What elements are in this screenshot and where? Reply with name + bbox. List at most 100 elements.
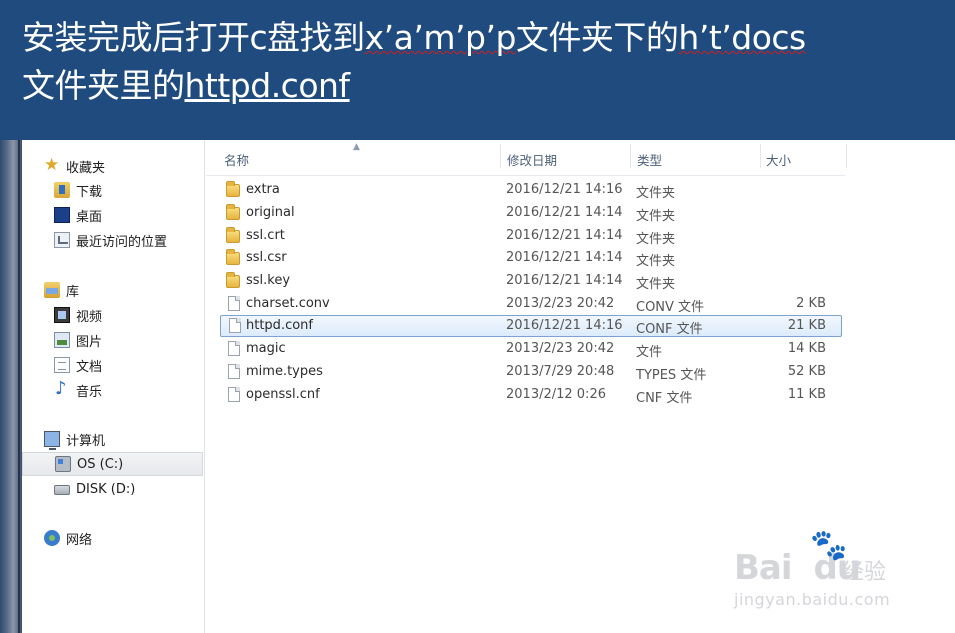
column-header-type[interactable]: 类型 <box>637 150 662 169</box>
file-size: 21 KB <box>787 318 826 333</box>
instruction-banner: 安装完成后打开c盘找到x’a’m’p’p文件夹下的h’t’docs 文件夹里的h… <box>0 0 955 140</box>
file-date: 2016/12/21 14:14 <box>506 205 623 220</box>
nav-favorites[interactable]: 收藏夹 <box>22 154 203 178</box>
banner-text-httpd-conf: httpd.conf <box>184 66 351 105</box>
banner-text-xampp: x’a’m’p’p <box>364 18 517 57</box>
banner-line-1: 安装完成后打开c盘找到x’a’m’p’p文件夹下的h’t’docs <box>22 14 955 62</box>
nav-label: 计算机 <box>66 433 106 449</box>
file-type: CONF 文件 <box>636 322 703 337</box>
file-icon <box>228 296 240 311</box>
recent-places-icon <box>54 232 70 248</box>
file-row-openssl-cnf[interactable]: openssl.cnf 2013/2/12 0:26 CNF 文件 11 KB <box>220 384 842 406</box>
folder-icon <box>226 204 240 220</box>
file-size: 11 KB <box>787 387 826 402</box>
file-row-original[interactable]: original 2016/12/21 14:14 文件夹 <box>220 202 842 224</box>
banner-text: 安装完成后打开c盘找到 <box>22 18 365 57</box>
file-date: 2016/12/21 14:14 <box>506 273 623 288</box>
file-row-mime-types[interactable]: mime.types 2013/7/29 20:48 TYPES 文件 52 K… <box>220 361 842 383</box>
file-name: original <box>246 205 295 220</box>
column-header-row: ▲ 名称 修改日期 类型 大小 <box>206 140 847 176</box>
nav-label: 收藏夹 <box>66 160 106 176</box>
nav-label: 下载 <box>76 184 103 200</box>
watermark-sub: 经验 <box>842 560 887 585</box>
nav-label: DISK (D:) <box>76 481 136 497</box>
watermark-brand-part: Bai <box>734 548 793 588</box>
file-row-charset-conv[interactable]: charset.conv 2013/2/23 20:42 CONV 文件 2 K… <box>220 293 842 315</box>
file-name: magic <box>246 341 286 356</box>
file-name: openssl.cnf <box>246 387 320 402</box>
file-date: 2016/12/21 14:16 <box>506 182 623 197</box>
file-name: ssl.crt <box>246 228 285 243</box>
folder-icon <box>226 181 240 197</box>
watermark-url: jingyan.baidu.com <box>734 590 891 609</box>
column-divider[interactable] <box>846 144 847 168</box>
file-size: 52 KB <box>787 364 826 379</box>
nav-item-videos[interactable]: 视频 <box>22 303 203 327</box>
nav-label: 音乐 <box>76 384 103 400</box>
file-type: TYPES 文件 <box>636 368 707 383</box>
library-icon <box>44 282 60 298</box>
nav-label: 最近访问的位置 <box>76 234 168 250</box>
file-row-extra[interactable]: extra 2016/12/21 14:16 文件夹 <box>220 179 842 201</box>
file-name: extra <box>246 182 280 197</box>
file-type: 文件夹 <box>636 254 676 269</box>
file-type: CNF 文件 <box>636 391 693 406</box>
file-name: mime.types <box>246 364 323 379</box>
nav-item-music[interactable]: 音乐 <box>22 378 203 402</box>
window-left-edge <box>0 140 22 633</box>
file-row-ssl-crt[interactable]: ssl.crt 2016/12/21 14:14 文件夹 <box>220 225 842 247</box>
column-divider[interactable] <box>500 144 501 168</box>
baidu-jingyan-watermark: Bai du 🐾 经验 jingyan.baidu.com <box>732 528 932 618</box>
desktop-icon <box>54 207 70 223</box>
nav-item-documents[interactable]: 文档 <box>22 353 203 377</box>
nav-network[interactable]: 网络 <box>22 526 203 550</box>
nav-label: 视频 <box>76 309 103 325</box>
nav-item-os-drive[interactable]: OS (C:) <box>22 452 203 476</box>
file-icon <box>228 341 240 356</box>
nav-computer[interactable]: 计算机 <box>22 427 203 451</box>
column-header-name[interactable]: 名称 <box>224 150 249 169</box>
window-frame <box>18 140 20 633</box>
file-icon <box>229 318 241 333</box>
file-date: 2016/12/21 14:14 <box>506 228 623 243</box>
nav-item-desktop[interactable]: 桌面 <box>22 203 203 227</box>
document-icon <box>54 357 70 373</box>
file-type: 文件 <box>636 345 663 360</box>
nav-item-recent-places[interactable]: 最近访问的位置 <box>22 228 203 252</box>
file-name: charset.conv <box>246 296 330 311</box>
banner-text: 文件夹下的 <box>515 18 679 57</box>
download-folder-icon <box>54 182 70 198</box>
nav-library[interactable]: 库 <box>22 278 203 302</box>
file-date: 2013/2/23 20:42 <box>506 296 615 311</box>
star-icon <box>44 155 60 175</box>
file-type: 文件夹 <box>636 209 676 224</box>
nav-item-disk-drive[interactable]: DISK (D:) <box>22 477 203 501</box>
file-row-ssl-key[interactable]: ssl.key 2016/12/21 14:14 文件夹 <box>220 270 842 292</box>
music-icon <box>54 378 70 399</box>
column-header-date[interactable]: 修改日期 <box>507 150 557 169</box>
file-row-httpd-conf[interactable]: httpd.conf 2016/12/21 14:16 CONF 文件 21 K… <box>220 315 842 337</box>
nav-label: OS (C:) <box>77 456 124 472</box>
folder-icon <box>226 227 240 243</box>
file-icon <box>228 364 240 379</box>
banner-line-2: 文件夹里的httpd.conf <box>22 62 955 110</box>
nav-item-downloads[interactable]: 下载 <box>22 178 203 202</box>
folder-icon <box>226 272 240 288</box>
file-row-ssl-csr[interactable]: ssl.csr 2016/12/21 14:14 文件夹 <box>220 247 842 269</box>
disk-drive-icon <box>54 485 70 495</box>
file-name: httpd.conf <box>246 318 313 333</box>
column-divider[interactable] <box>630 144 631 168</box>
file-size: 14 KB <box>787 341 826 356</box>
navigation-pane[interactable]: 收藏夹 下载 桌面 最近访问的位置 库 视频 图片 文档 <box>22 140 205 633</box>
video-icon <box>54 307 70 323</box>
nav-label: 网络 <box>66 532 93 548</box>
file-type: 文件夹 <box>636 232 676 247</box>
nav-label: 库 <box>66 284 80 300</box>
file-row-magic[interactable]: magic 2013/2/23 20:42 文件 14 KB <box>220 338 842 360</box>
file-name: ssl.csr <box>246 250 287 265</box>
picture-icon <box>54 332 70 348</box>
network-icon <box>44 530 60 546</box>
column-divider[interactable] <box>760 144 761 168</box>
nav-item-pictures[interactable]: 图片 <box>22 328 203 352</box>
column-header-size[interactable]: 大小 <box>766 150 791 169</box>
